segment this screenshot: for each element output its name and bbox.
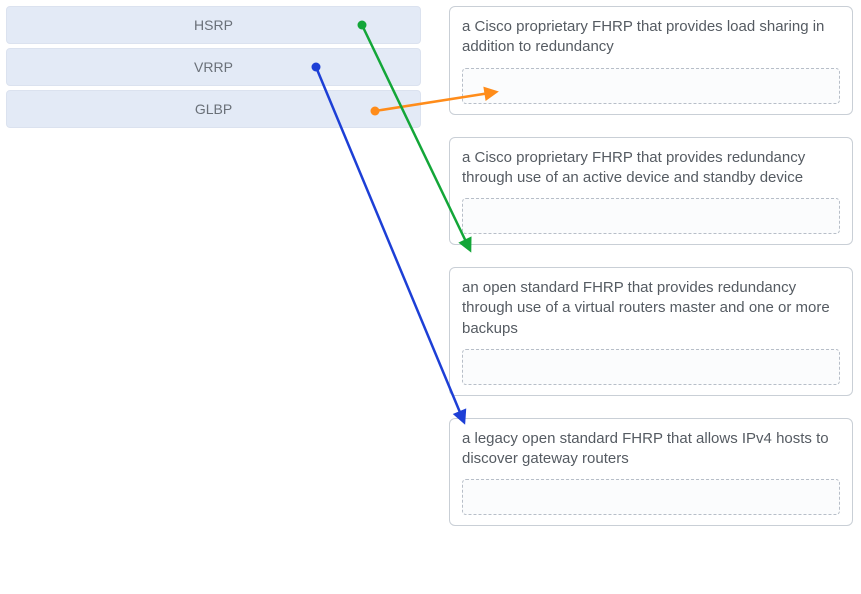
dropzone-3[interactable] xyxy=(462,479,840,515)
definition-card-3: a legacy open standard FHRP that allows … xyxy=(449,418,853,527)
definition-card-0: a Cisco proprietary FHRP that provides l… xyxy=(449,6,853,115)
term-label: VRRP xyxy=(194,59,233,75)
terms-column: HSRP VRRP GLBP xyxy=(6,6,421,132)
term-label: HSRP xyxy=(194,17,233,33)
dropzone-0[interactable] xyxy=(462,68,840,104)
dropzone-1[interactable] xyxy=(462,198,840,234)
term-vrrp[interactable]: VRRP xyxy=(6,48,421,86)
definition-text: a Cisco proprietary FHRP that provides l… xyxy=(462,17,840,58)
term-glbp[interactable]: GLBP xyxy=(6,90,421,128)
matching-exercise: HSRP VRRP GLBP a Cisco proprietary FHRP … xyxy=(0,0,861,594)
definitions-column: a Cisco proprietary FHRP that provides l… xyxy=(449,6,853,548)
definition-card-2: an open standard FHRP that provides redu… xyxy=(449,267,853,396)
definition-text: an open standard FHRP that provides redu… xyxy=(462,278,840,339)
term-hsrp[interactable]: HSRP xyxy=(6,6,421,44)
definition-text: a Cisco proprietary FHRP that provides r… xyxy=(462,148,840,189)
definition-card-1: a Cisco proprietary FHRP that provides r… xyxy=(449,137,853,246)
definition-text: a legacy open standard FHRP that allows … xyxy=(462,429,840,470)
term-label: GLBP xyxy=(195,101,232,117)
dropzone-2[interactable] xyxy=(462,349,840,385)
